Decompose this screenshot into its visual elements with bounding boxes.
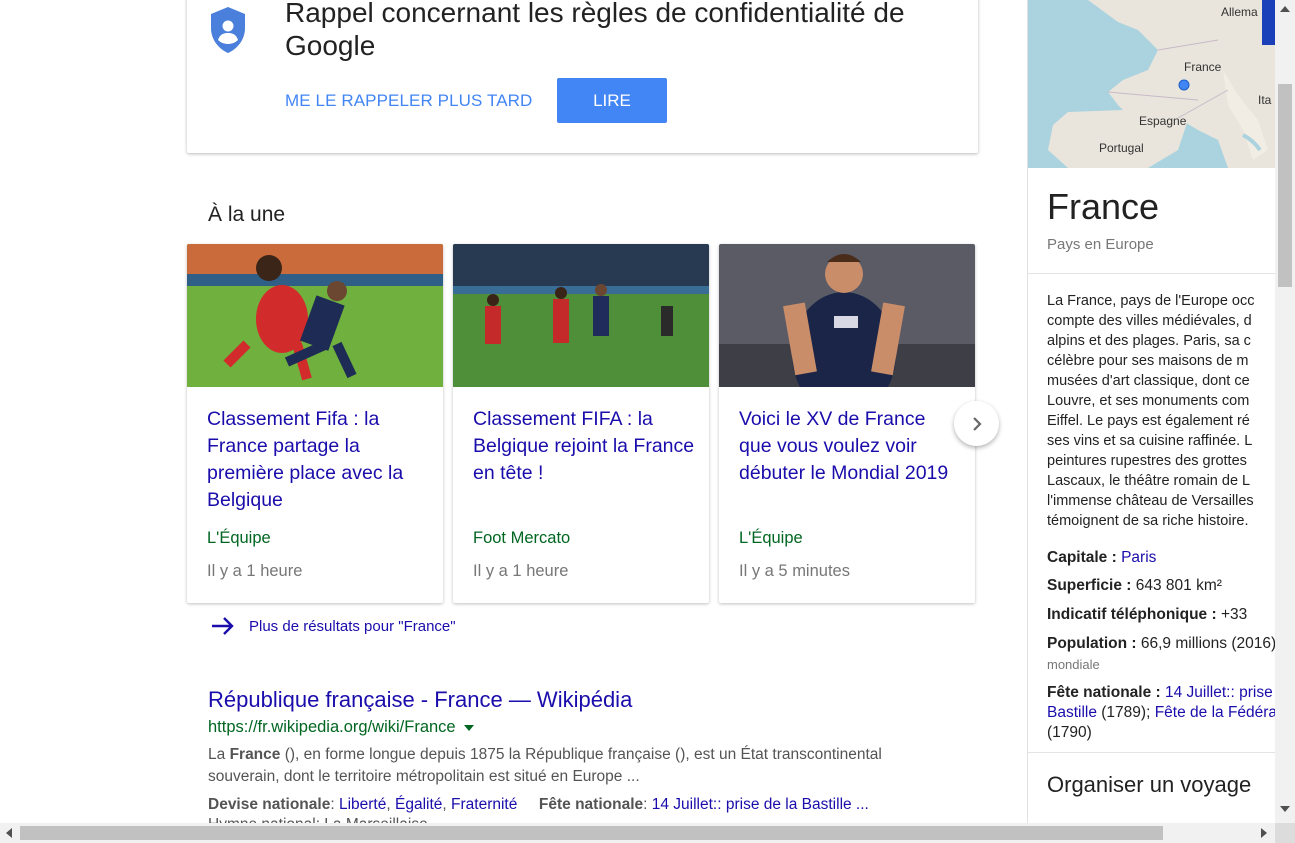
fact-label: Fête nationale : [1047, 684, 1161, 701]
capital-link[interactable]: Paris [1121, 549, 1156, 566]
divider [1028, 752, 1275, 753]
story-image [187, 244, 443, 387]
scroll-down-icon[interactable] [1280, 806, 1290, 812]
holiday-link[interactable]: Fête de la Fédération [1155, 704, 1275, 721]
privacy-title: Rappel concernant les règles de confiden… [285, 0, 905, 61]
desc-line: célèbre pour ses maisons de m [1047, 353, 1249, 369]
map-label-portugal: Portugal [1099, 141, 1144, 155]
divider [1028, 273, 1275, 274]
desc-line: peintures rupestres des grottes [1047, 453, 1247, 469]
privacy-reminder-card: Rappel concernant les règles de confiden… [187, 0, 978, 153]
fact-value: 643 801 km² [1135, 577, 1222, 594]
knowledge-panel: Allema France Ita Espagne Portugal Franc… [1027, 0, 1275, 843]
result-url: https://fr.wikipedia.org/wiki/France [208, 718, 474, 737]
fact-holiday-year: (1790) [1047, 724, 1092, 741]
population-source: mondiale [1047, 657, 1100, 672]
scroll-right-icon[interactable] [1261, 828, 1267, 838]
desc-line: témoignent de sa riche histoire. [1047, 513, 1249, 529]
fact-label: Superficie : [1047, 577, 1132, 594]
result-snippet: La France (), en forme longue depuis 187… [208, 744, 938, 788]
scroll-left-icon[interactable] [6, 828, 12, 838]
fact-holiday-cont: Bastille (1789); Fête de la Fédération [1047, 703, 1275, 723]
story-headline[interactable]: Classement FIFA : la Belgique rejoint la… [473, 406, 695, 487]
remind-later-button[interactable]: ME LE RAPPELER PLUS TARD [285, 78, 532, 123]
desc-line: ses vins et sa cuisine raffinée. L [1047, 433, 1253, 449]
kp-description: La France, pays de l'Europe occ compte d… [1047, 291, 1275, 531]
scrollbar-corner [1275, 823, 1295, 843]
story-headline[interactable]: Classement Fifa : la France partage la p… [207, 406, 429, 514]
url-dropdown-icon[interactable] [463, 724, 474, 731]
snippet-bold: France [229, 746, 281, 763]
shield-account-icon [211, 7, 245, 53]
kp-title: France [1047, 186, 1160, 227]
story-headline[interactable]: Voici le XV de France que vous voulez vo… [739, 406, 961, 487]
map-label-spain: Espagne [1139, 114, 1187, 128]
story-image [719, 244, 975, 387]
desc-line: La France, pays de l'Europe occ [1047, 293, 1255, 309]
map-label-germany: Allema [1221, 5, 1258, 19]
story-time: Il y a 1 heure [473, 562, 569, 580]
story-time: Il y a 5 minutes [739, 562, 850, 580]
scroll-up-icon[interactable] [1280, 6, 1290, 12]
fact-population: Population : 66,9 millions (2016) [1047, 634, 1275, 654]
story-card[interactable]: Classement Fifa : la France partage la p… [187, 244, 443, 603]
fact-label: Population : [1047, 635, 1137, 652]
desc-line: compte des villes médiévales, d [1047, 313, 1252, 329]
desc-line: musées d'art classique, dont ce [1047, 373, 1250, 389]
more-results-label: Plus de résultats pour "France" [249, 617, 456, 635]
chevron-right-icon [972, 416, 982, 431]
fact-label: Indicatif téléphonique : [1047, 606, 1217, 623]
fact-label: Capitale : [1047, 549, 1117, 566]
story-source: Foot Mercato [473, 529, 571, 547]
result-url-text: https://fr.wikipedia.org/wiki/France [208, 718, 456, 736]
story-source: L'Équipe [207, 529, 271, 547]
kp-subtitle: Pays en Europe [1047, 236, 1154, 253]
holiday-link[interactable]: Bastille [1047, 704, 1097, 721]
devise-link[interactable]: Liberté [339, 796, 386, 813]
desc-line: Louvre, et ses monuments com [1047, 393, 1250, 409]
horizontal-scroll-thumb[interactable] [20, 826, 1163, 840]
story-image [453, 244, 709, 387]
more-results-link[interactable]: Plus de résultats pour "France" [211, 613, 456, 639]
read-button[interactable]: LIRE [557, 78, 667, 123]
fact-capital: Capitale : Paris [1047, 548, 1156, 568]
desc-line: l'immense château de Versailles [1047, 493, 1254, 509]
vertical-scroll-thumb[interactable] [1278, 84, 1292, 287]
fete-label: Fête nationale [538, 796, 644, 813]
fact-holiday: Fête nationale : 14 Juillet:: prise de l… [1047, 683, 1275, 703]
fact-value: 66,9 millions (2016) [1140, 635, 1275, 652]
desc-line: alpins et des plages. Paris, sa c [1047, 333, 1251, 349]
fete-link[interactable]: 14 Juillet:: prise de la Bastille ... [652, 796, 869, 813]
devise-link[interactable]: Fraternité [451, 796, 517, 813]
story-time: Il y a 1 heure [207, 562, 303, 580]
result-title-link[interactable]: République française - France — Wikipédi… [208, 687, 632, 713]
fact-phone: Indicatif téléphonique : +33 [1047, 605, 1247, 625]
next-stories-button[interactable] [954, 401, 999, 446]
map-label-france: France [1184, 60, 1222, 74]
desc-line: Eiffel. Le pays est également ré [1047, 413, 1250, 429]
top-stories-heading: À la une [208, 203, 286, 226]
fact-area: Superficie : 643 801 km² [1047, 576, 1222, 596]
devise-label: Devise nationale [208, 796, 331, 813]
horizontal-scrollbar[interactable] [0, 823, 1275, 843]
result-attributes: Devise nationale: Liberté, Égalité, Frat… [208, 796, 869, 813]
snippet-text: La [208, 746, 230, 763]
story-card[interactable]: Classement FIFA : la Belgique rejoint la… [453, 244, 709, 603]
snippet-text: (), en forme longue depuis 1875 la Répub… [208, 746, 882, 785]
map-thumbnail[interactable]: Allema France Ita Espagne Portugal [1028, 0, 1275, 168]
story-card[interactable]: Voici le XV de France que vous voulez vo… [719, 244, 975, 603]
map-label-italy: Ita [1258, 93, 1272, 107]
blue-edge-tab [1262, 0, 1275, 45]
desc-line: Lascaux, le théâtre romain de L [1047, 473, 1251, 489]
story-source: L'Équipe [739, 529, 803, 547]
holiday-link[interactable]: 14 Juillet:: prise de la [1165, 684, 1275, 701]
devise-link[interactable]: Égalité [395, 796, 442, 813]
fact-value: (1789); [1096, 704, 1155, 721]
vertical-scrollbar[interactable] [1275, 0, 1295, 823]
arrow-right-icon [212, 617, 234, 635]
kp-section-title: Organiser un voyage [1047, 772, 1252, 797]
fact-value: +33 [1220, 606, 1248, 623]
